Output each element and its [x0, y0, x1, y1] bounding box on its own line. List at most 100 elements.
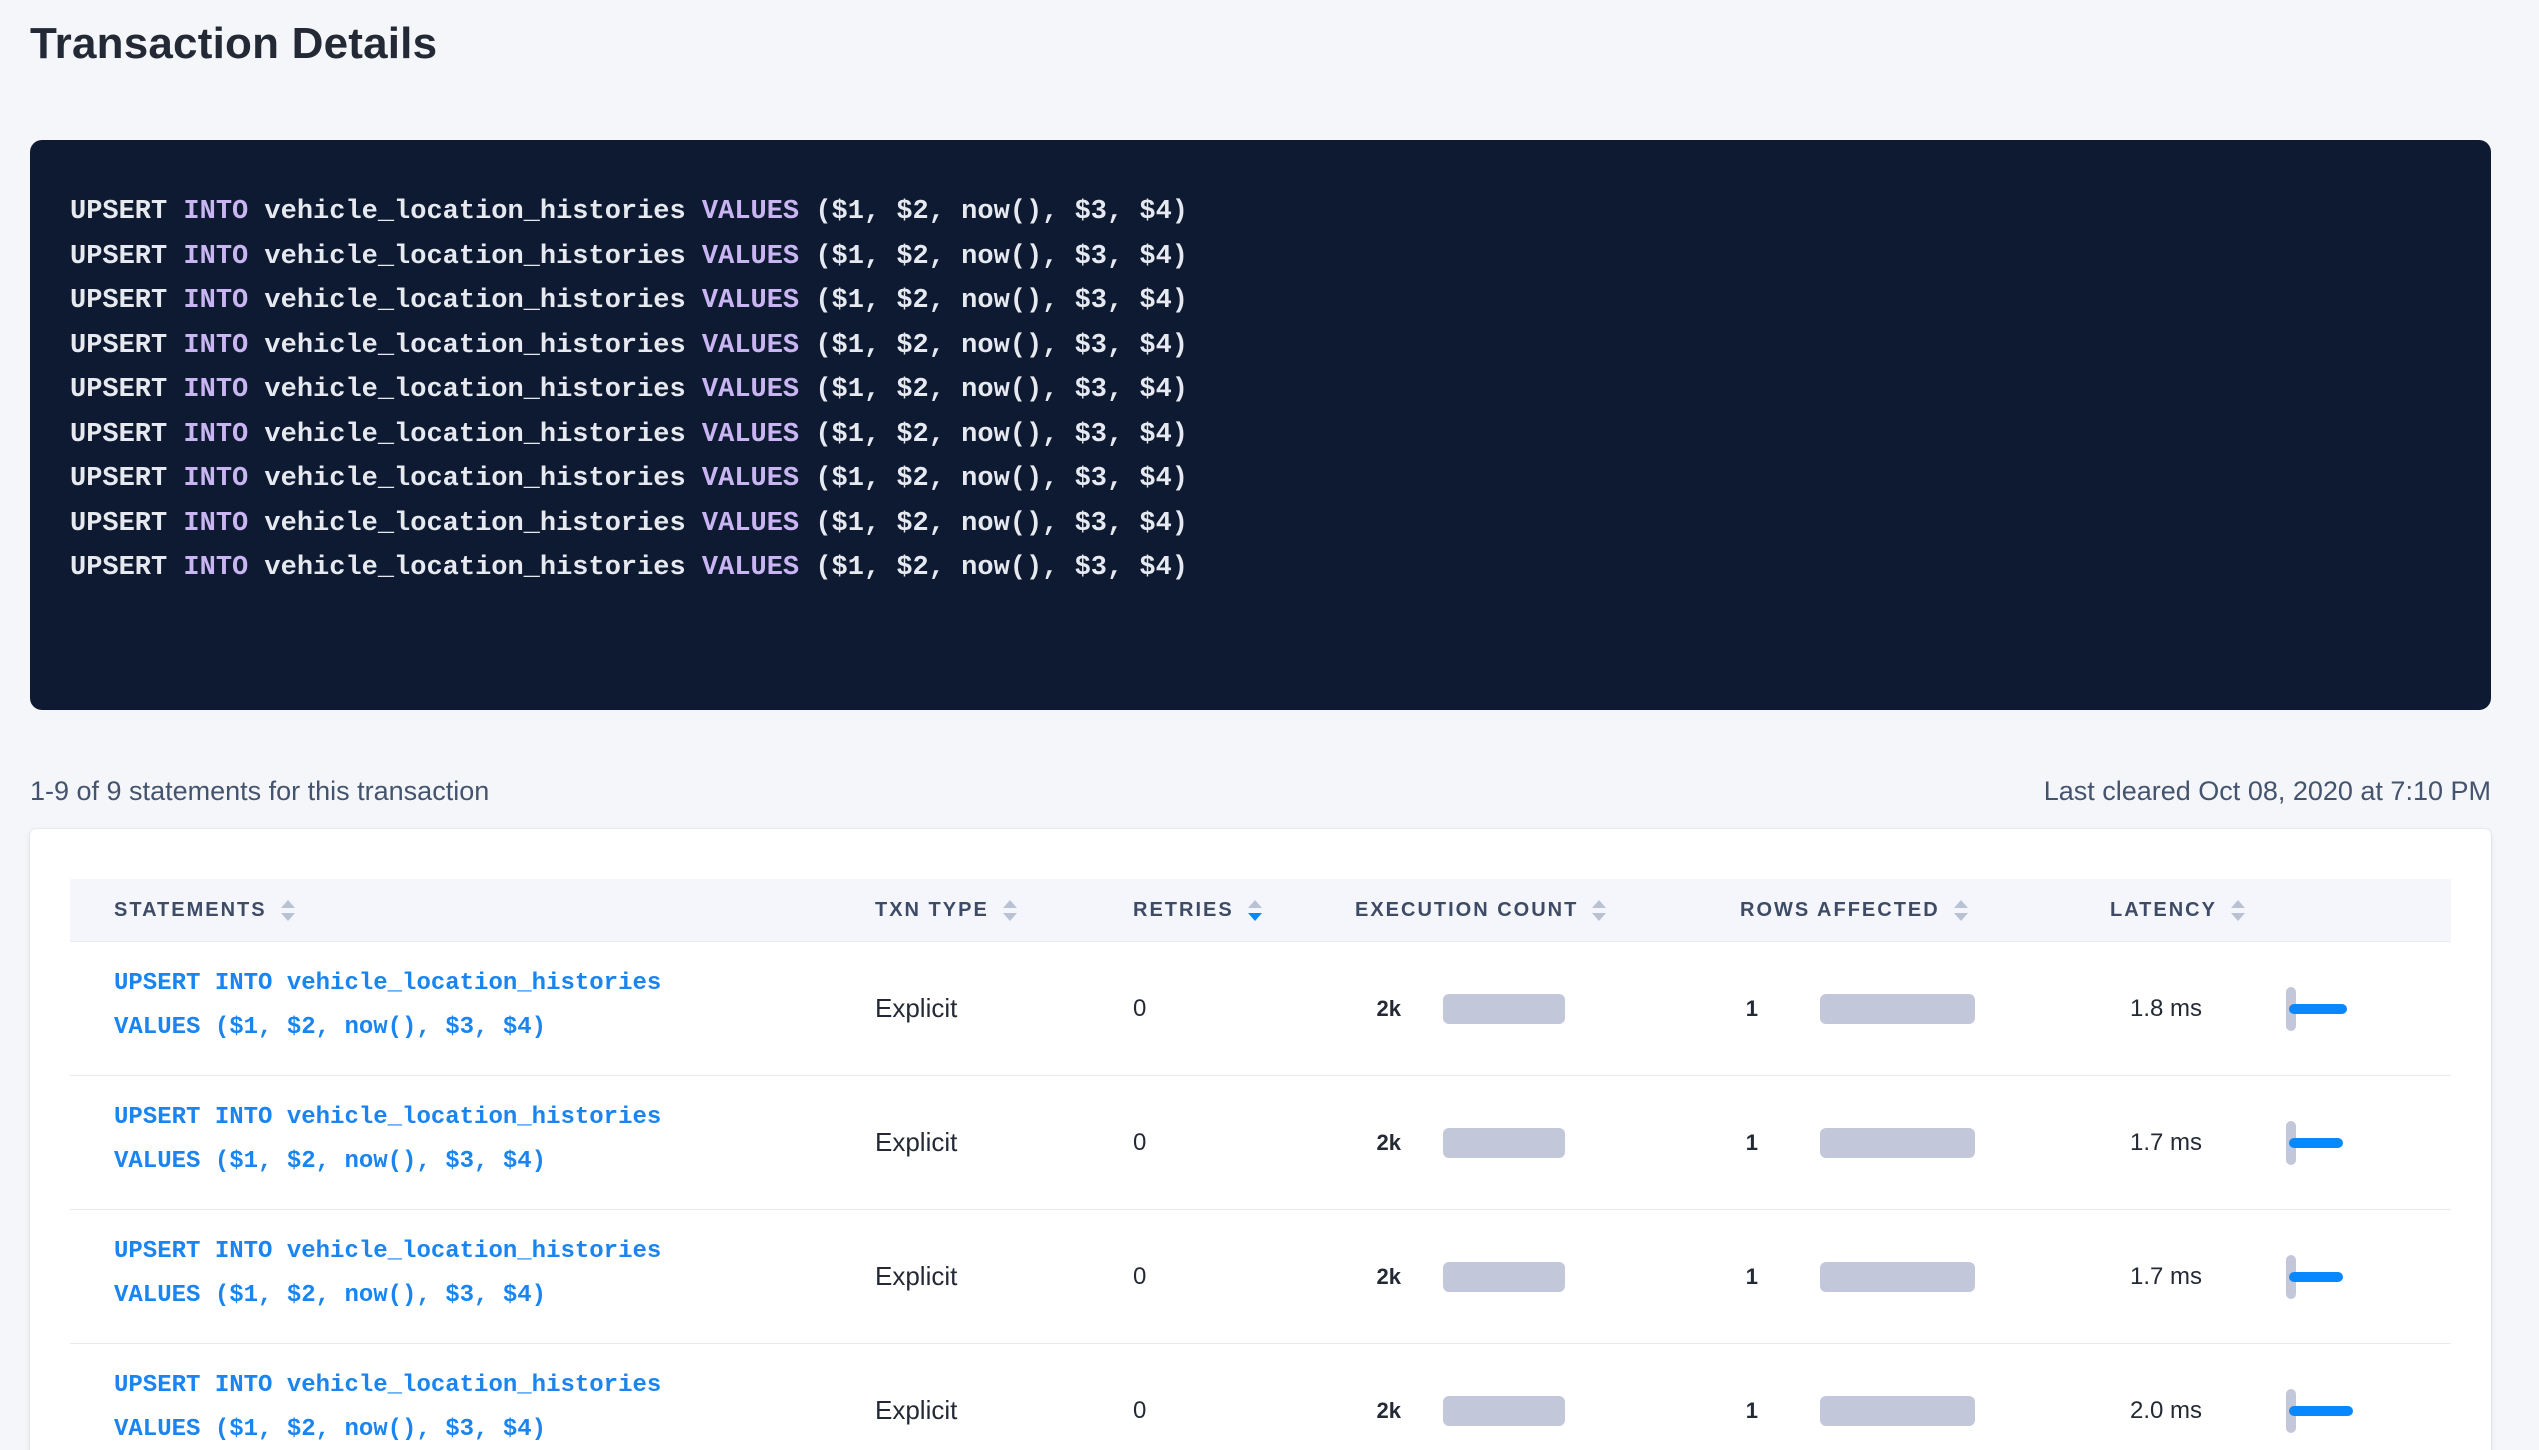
sql-text: vehicle_location_histories: [248, 375, 702, 405]
column-header-label: STATEMENTS: [114, 899, 267, 922]
sort-desc-icon[interactable]: [1592, 913, 1606, 921]
sql-text: ($1, $2, now(), $3, $4): [799, 553, 1188, 583]
sort-icons[interactable]: [1592, 900, 1606, 921]
sql-line: UPSERT INTO vehicle_location_histories V…: [70, 279, 2451, 324]
column-header-latency[interactable]: LATENCY: [2110, 899, 2451, 922]
table-row: UPSERT INTO vehicle_location_historiesVA…: [70, 1210, 2451, 1344]
sql-text: vehicle_location_histories: [248, 553, 702, 583]
latency-cell: 1.7 ms: [2110, 1121, 2451, 1165]
retries-cell: 0: [1133, 1397, 1355, 1425]
sort-asc-icon[interactable]: [1954, 900, 1968, 908]
column-header-label: EXECUTION COUNT: [1355, 899, 1578, 922]
execution-count-cell: 2k: [1355, 994, 1740, 1024]
summary-row: 1-9 of 9 statements for this transaction…: [30, 776, 2491, 807]
rows-affected-cell: 1: [1740, 994, 2110, 1024]
sql-keyword: INTO: [183, 420, 248, 450]
latency-bar-chart: [2286, 1121, 2376, 1165]
sort-desc-icon[interactable]: [281, 913, 295, 921]
statement-link[interactable]: UPSERT INTO vehicle_location_historiesVA…: [70, 1344, 875, 1450]
retries-cell: 0: [1133, 995, 1355, 1023]
sort-icons[interactable]: [281, 900, 295, 921]
statement-link[interactable]: UPSERT INTO vehicle_location_historiesVA…: [70, 1076, 875, 1184]
sql-text: UPSERT: [70, 509, 183, 539]
rows-affected-bar: [1820, 1128, 1975, 1158]
sort-icons[interactable]: [1954, 900, 1968, 921]
sql-keyword: INTO: [183, 375, 248, 405]
rows-affected-value: 1: [1740, 996, 1758, 1022]
sql-text: UPSERT: [70, 286, 183, 316]
statement-link[interactable]: UPSERT INTO vehicle_location_historiesVA…: [70, 942, 875, 1050]
column-header-label: TXN TYPE: [875, 899, 989, 922]
sort-desc-icon[interactable]: [2231, 913, 2245, 921]
sort-icons[interactable]: [1248, 900, 1262, 921]
sort-asc-icon[interactable]: [281, 900, 295, 908]
column-header-retries[interactable]: RETRIES: [1133, 899, 1355, 922]
latency-value: 1.7 ms: [2130, 1129, 2230, 1157]
table-header-row: STATEMENTS TXN TYPE RETRIESEXECUTION COUNT…: [70, 879, 2451, 942]
statement-link[interactable]: UPSERT INTO vehicle_location_historiesVA…: [70, 1210, 875, 1318]
sql-keyword: INTO: [183, 331, 248, 361]
column-header-txn[interactable]: TXN TYPE: [875, 899, 1133, 922]
execution-count-cell: 2k: [1355, 1262, 1740, 1292]
sort-asc-icon[interactable]: [1592, 900, 1606, 908]
sort-asc-icon[interactable]: [1248, 900, 1262, 908]
sql-text: UPSERT: [70, 242, 183, 272]
txn-type-cell: Explicit: [875, 993, 1133, 1024]
rows-affected-cell: 1: [1740, 1128, 2110, 1158]
execution-count-bar: [1443, 1396, 1565, 1426]
sql-keyword: INTO: [183, 509, 248, 539]
page-title: Transaction Details: [30, 18, 2491, 70]
column-header-statements[interactable]: STATEMENTS: [70, 899, 875, 922]
rows-affected-cell: 1: [1740, 1396, 2110, 1426]
execution-count-bar: [1443, 994, 1565, 1024]
sql-text: ($1, $2, now(), $3, $4): [799, 420, 1188, 450]
sort-desc-icon[interactable]: [1248, 913, 1262, 921]
sql-keyword: INTO: [183, 553, 248, 583]
latency-value: 2.0 ms: [2130, 1397, 2230, 1425]
sort-icons[interactable]: [2231, 900, 2245, 921]
execution-count-bar: [1443, 1128, 1565, 1158]
latency-bar: [2289, 1138, 2343, 1148]
sort-icons[interactable]: [1003, 900, 1017, 921]
sort-asc-icon[interactable]: [1003, 900, 1017, 908]
sql-text: ($1, $2, now(), $3, $4): [799, 464, 1188, 494]
sql-line: UPSERT INTO vehicle_location_histories V…: [70, 546, 2451, 591]
statement-line-1: UPSERT INTO vehicle_location_histories: [114, 1230, 875, 1274]
txn-type-cell: Explicit: [875, 1395, 1133, 1426]
execution-count-value: 2k: [1355, 1398, 1401, 1424]
sql-keyword: VALUES: [702, 375, 799, 405]
statement-line-1: UPSERT INTO vehicle_location_histories: [114, 1364, 875, 1408]
execution-count-value: 2k: [1355, 996, 1401, 1022]
sql-text: ($1, $2, now(), $3, $4): [799, 242, 1188, 272]
column-header-label: LATENCY: [2110, 899, 2217, 922]
rows-affected-value: 1: [1740, 1264, 1758, 1290]
execution-count-value: 2k: [1355, 1130, 1401, 1156]
statement-line-2: VALUES ($1, $2, now(), $3, $4): [114, 1140, 875, 1184]
sql-text: vehicle_location_histories: [248, 331, 702, 361]
execution-count-cell: 2k: [1355, 1128, 1740, 1158]
latency-cell: 1.7 ms: [2110, 1255, 2451, 1299]
sql-text: UPSERT: [70, 331, 183, 361]
statements-table-card: STATEMENTS TXN TYPE RETRIESEXECUTION COUNT…: [30, 829, 2491, 1450]
statements-count-text: 1-9 of 9 statements for this transaction: [30, 776, 489, 807]
sql-keyword: INTO: [183, 464, 248, 494]
statements-table: STATEMENTS TXN TYPE RETRIESEXECUTION COUNT…: [70, 879, 2451, 1450]
latency-value: 1.7 ms: [2130, 1263, 2230, 1291]
sql-text: UPSERT: [70, 375, 183, 405]
sort-desc-icon[interactable]: [1003, 913, 1017, 921]
sql-text: ($1, $2, now(), $3, $4): [799, 331, 1188, 361]
column-header-exec[interactable]: EXECUTION COUNT: [1355, 899, 1740, 922]
sql-line: UPSERT INTO vehicle_location_histories V…: [70, 368, 2451, 413]
sort-asc-icon[interactable]: [2231, 900, 2245, 908]
sql-line: UPSERT INTO vehicle_location_histories V…: [70, 235, 2451, 280]
execution-count-bar: [1443, 1262, 1565, 1292]
txn-type-cell: Explicit: [875, 1261, 1133, 1292]
sort-desc-icon[interactable]: [1954, 913, 1968, 921]
rows-affected-cell: 1: [1740, 1262, 2110, 1292]
latency-bar-chart: [2286, 1255, 2376, 1299]
execution-count-value: 2k: [1355, 1264, 1401, 1290]
column-header-rows[interactable]: ROWS AFFECTED: [1740, 899, 2110, 922]
sql-text: UPSERT: [70, 464, 183, 494]
sql-text: vehicle_location_histories: [248, 286, 702, 316]
sql-keyword: VALUES: [702, 286, 799, 316]
